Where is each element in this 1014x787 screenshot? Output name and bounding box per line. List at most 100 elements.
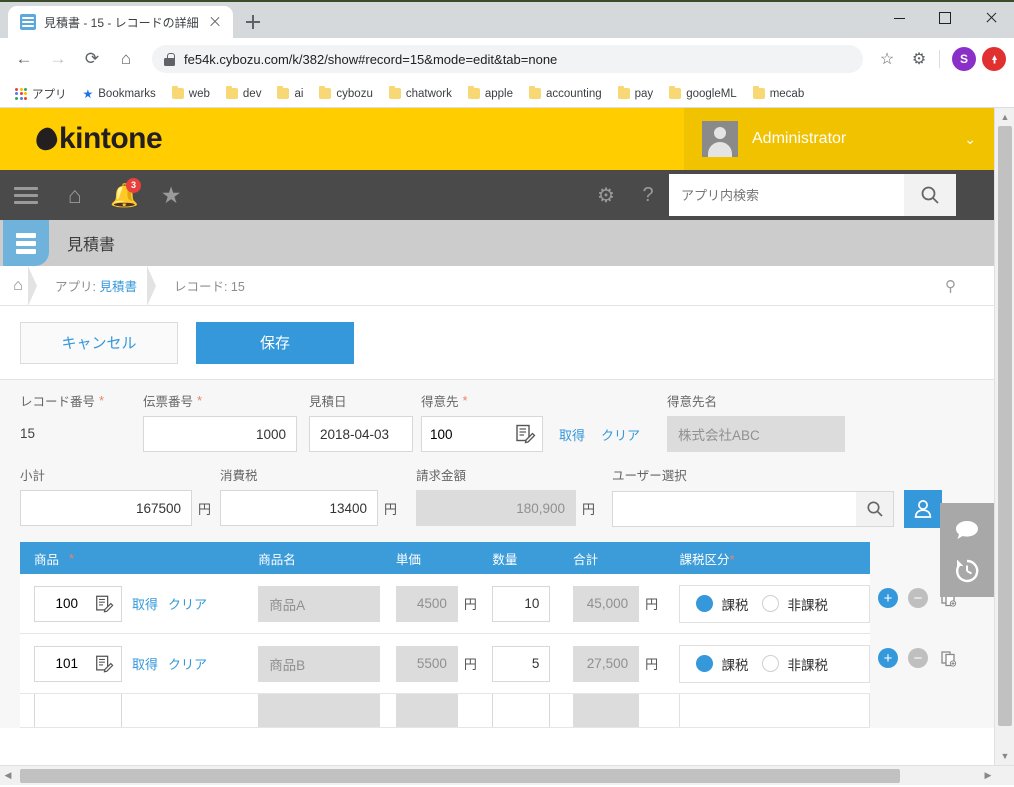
star-favorites-icon[interactable]: ★ xyxy=(158,182,184,208)
red-extension-icon[interactable] xyxy=(982,47,1006,71)
col-total: 合計 xyxy=(561,549,663,568)
tax-input[interactable] xyxy=(220,490,378,526)
comment-bubble-icon[interactable] xyxy=(951,514,983,546)
user-search-icon[interactable] xyxy=(856,491,894,527)
gear-icon[interactable]: ⚙ xyxy=(585,170,627,220)
radio-nontaxable[interactable]: 非課税 xyxy=(762,654,828,674)
close-window-button[interactable] xyxy=(968,2,1014,34)
radio-taxable[interactable]: 課税 xyxy=(696,654,748,674)
home-icon[interactable]: ⌂ xyxy=(62,182,88,208)
billing-unit: 円 xyxy=(582,499,595,518)
quote-date-input[interactable] xyxy=(309,416,413,452)
reload-icon[interactable]: ⟳ xyxy=(76,43,108,75)
product-lookup xyxy=(34,586,122,622)
close-icon[interactable] xyxy=(207,14,223,30)
bookmark-pay[interactable]: pay xyxy=(611,86,661,102)
product-code-input[interactable] xyxy=(34,646,86,682)
app-search-box[interactable] xyxy=(669,174,904,216)
forward-icon[interactable]: → xyxy=(42,43,74,75)
required-asterisk: * xyxy=(197,393,202,408)
scroll-right-arrow[interactable]: ▶ xyxy=(980,770,996,781)
tax-radio-group: 課税 非課税 xyxy=(679,585,870,623)
help-icon[interactable]: ? xyxy=(627,170,669,220)
profile-avatar-icon[interactable]: S xyxy=(952,47,976,71)
vertical-scrollbar[interactable]: ▲ ▼ xyxy=(994,108,1014,765)
remove-row-icon[interactable]: − xyxy=(908,588,928,608)
search-icon[interactable] xyxy=(904,174,956,216)
bookmark-bookmarks[interactable]: ★ Bookmarks xyxy=(76,85,163,103)
product-code-input[interactable] xyxy=(34,694,86,728)
bookmark-dev[interactable]: dev xyxy=(219,86,269,102)
red-extension-glyph xyxy=(989,54,1000,65)
user-select-row xyxy=(612,490,942,528)
bookmark-cybozu[interactable]: cybozu xyxy=(312,86,379,102)
slip-number-input[interactable] xyxy=(143,416,297,452)
bell-notification-icon[interactable]: 🔔 3 xyxy=(110,182,136,208)
row-clear-link[interactable]: クリア xyxy=(168,654,207,673)
copy-row-icon[interactable] xyxy=(938,648,958,668)
bookmark-mecab[interactable]: mecab xyxy=(746,86,812,102)
bookmark-label: accounting xyxy=(546,88,602,100)
back-icon[interactable]: ← xyxy=(8,43,40,75)
search-input[interactable] xyxy=(679,187,894,204)
scroll-up-arrow[interactable]: ▲ xyxy=(995,108,1014,126)
bookmark-apple[interactable]: apple xyxy=(461,86,520,102)
minimize-button[interactable] xyxy=(876,2,922,34)
row-clear-link[interactable]: クリア xyxy=(168,594,207,613)
kintone-logo[interactable]: kintone xyxy=(36,122,162,156)
user-menu[interactable]: Administrator ⌄ xyxy=(684,108,994,170)
radio-taxable[interactable]: 課税 xyxy=(696,594,748,614)
gear-extension-icon[interactable]: ⚙ xyxy=(907,47,931,71)
add-user-button[interactable] xyxy=(904,490,942,528)
history-clock-icon[interactable] xyxy=(951,555,983,587)
radio-nontaxable[interactable]: 非課税 xyxy=(762,594,828,614)
lookup-edit-icon[interactable] xyxy=(507,416,543,452)
product-code-input[interactable] xyxy=(34,586,86,622)
cancel-button[interactable]: キャンセル xyxy=(20,322,178,364)
bookmark-ai[interactable]: ai xyxy=(270,86,310,102)
hamburger-menu-icon[interactable] xyxy=(14,182,40,208)
lookup-edit-icon[interactable] xyxy=(86,694,122,728)
radio-dot-icon xyxy=(762,655,779,672)
pin-icon[interactable]: ⚲ xyxy=(945,277,956,295)
notification-badge: 3 xyxy=(126,178,141,193)
subtotal-row: 円 xyxy=(20,490,212,526)
save-button[interactable]: 保存 xyxy=(196,322,354,364)
row-fetch-link[interactable]: 取得 xyxy=(132,594,158,613)
scroll-left-arrow[interactable]: ◀ xyxy=(0,770,16,781)
quantity-input[interactable] xyxy=(492,586,550,622)
bookmark-accounting[interactable]: accounting xyxy=(522,86,609,102)
quantity-input[interactable] xyxy=(492,694,550,728)
breadcrumb-app-link[interactable]: 見積書 xyxy=(99,280,137,294)
remove-row-icon[interactable]: − xyxy=(908,648,928,668)
bookmark-apps[interactable]: アプリ xyxy=(8,84,74,104)
toolbar-divider xyxy=(939,50,940,68)
lookup-edit-icon[interactable] xyxy=(86,586,122,622)
new-tab-button[interactable] xyxy=(239,8,267,36)
bookmark-chatwork[interactable]: chatwork xyxy=(382,86,459,102)
vertical-scroll-thumb[interactable] xyxy=(998,126,1012,726)
add-row-icon[interactable]: + xyxy=(878,648,898,668)
browser-tab[interactable]: 見積書 - 15 - レコードの詳細 xyxy=(8,6,233,38)
home-icon[interactable]: ⌂ xyxy=(110,43,142,75)
customer-code-input[interactable] xyxy=(421,416,507,452)
subtotal-input[interactable] xyxy=(20,490,192,526)
bookmark-star-icon[interactable]: ☆ xyxy=(873,45,901,73)
bookmark-googleml[interactable]: googleML xyxy=(662,86,744,102)
row-fetch-link[interactable]: 取得 xyxy=(132,654,158,673)
label-text: 伝票番号 xyxy=(143,391,193,410)
scroll-down-arrow[interactable]: ▼ xyxy=(995,747,1014,765)
maximize-button[interactable] xyxy=(922,2,968,34)
user-select-input[interactable] xyxy=(612,491,856,527)
table-row: 取得 クリア 円 円 xyxy=(20,574,870,634)
address-bar[interactable]: fe54k.cybozu.com/k/382/show#record=15&mo… xyxy=(152,45,863,73)
customer-clear-link[interactable]: クリア xyxy=(601,425,640,444)
customer-fetch-link[interactable]: 取得 xyxy=(559,425,585,444)
horizontal-scrollbar[interactable]: ◀ ▶ xyxy=(0,765,1014,785)
horizontal-scroll-thumb[interactable] xyxy=(20,769,900,783)
lookup-edit-icon[interactable] xyxy=(86,646,122,682)
quantity-input[interactable] xyxy=(492,646,550,682)
add-row-icon[interactable]: + xyxy=(878,588,898,608)
record-number-value: 15 xyxy=(20,416,143,452)
bookmark-web[interactable]: web xyxy=(165,86,217,102)
